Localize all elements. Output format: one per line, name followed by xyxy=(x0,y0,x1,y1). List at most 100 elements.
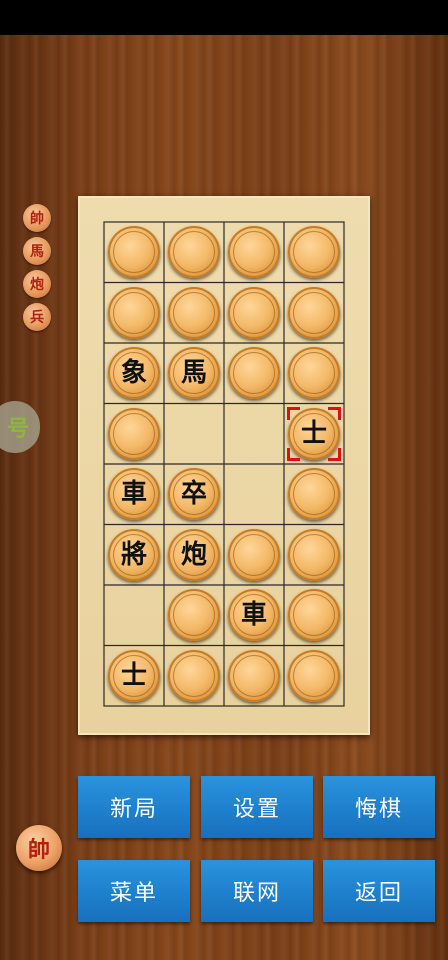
captured-piece-label: 兵 xyxy=(30,310,44,326)
hidden-piece[interactable] xyxy=(288,589,340,641)
piece-ring: 將 xyxy=(113,533,155,576)
piece[interactable]: 車 xyxy=(228,589,280,641)
hidden-piece[interactable] xyxy=(288,226,340,278)
board-cell[interactable]: 車 xyxy=(224,585,284,645)
hidden-piece[interactable] xyxy=(228,226,280,278)
board-cell[interactable] xyxy=(224,404,284,464)
piece[interactable]: 士 xyxy=(108,649,160,702)
board-cell[interactable]: 象 xyxy=(104,343,164,403)
piece-ring: 士 xyxy=(113,654,155,697)
board-cell[interactable] xyxy=(284,222,344,282)
piece-ring: 馬 xyxy=(173,352,215,394)
piece-ring xyxy=(293,352,335,394)
piece-ring: 卒 xyxy=(173,473,215,515)
hidden-piece[interactable] xyxy=(228,286,280,339)
hidden-piece[interactable] xyxy=(288,528,340,581)
captured-piece-label: 炮 xyxy=(30,277,44,293)
hidden-piece[interactable] xyxy=(168,286,220,339)
piece[interactable]: 馬 xyxy=(168,347,220,399)
hidden-piece[interactable] xyxy=(108,407,160,460)
board-cell[interactable]: 士 xyxy=(104,646,164,706)
board-cell[interactable]: 士 xyxy=(284,404,344,464)
piece-ring xyxy=(233,654,275,697)
board-cell[interactable] xyxy=(284,343,344,403)
piece-ring xyxy=(233,291,275,334)
piece-ring xyxy=(233,533,275,576)
piece[interactable]: 炮 xyxy=(168,528,220,581)
board-cell[interactable] xyxy=(104,404,164,464)
piece-ring xyxy=(293,291,335,334)
hidden-piece[interactable] xyxy=(108,226,160,278)
hidden-piece[interactable] xyxy=(108,286,160,339)
hidden-piece[interactable] xyxy=(228,649,280,702)
piece-ring: 炮 xyxy=(173,533,215,576)
board-cell[interactable] xyxy=(164,222,224,282)
board-cell[interactable] xyxy=(224,222,284,282)
board-cell[interactable] xyxy=(284,464,344,524)
board-cell[interactable]: 卒 xyxy=(164,464,224,524)
piece-ring xyxy=(293,231,335,273)
board-cell[interactable]: 車 xyxy=(104,464,164,524)
piece-label: 車 xyxy=(240,600,267,630)
board-cell[interactable]: 將 xyxy=(104,525,164,585)
hidden-piece[interactable] xyxy=(228,528,280,581)
board-cell[interactable] xyxy=(284,646,344,706)
hidden-piece[interactable] xyxy=(168,649,220,702)
hidden-piece[interactable] xyxy=(288,347,340,399)
selection-corner xyxy=(287,406,300,420)
piece[interactable]: 將 xyxy=(108,528,160,581)
board-cell[interactable] xyxy=(104,585,164,645)
online-button[interactable]: 联网 xyxy=(201,860,313,922)
piece-ring xyxy=(113,231,155,273)
board-cell[interactable] xyxy=(224,646,284,706)
settings-button[interactable]: 设置 xyxy=(201,776,313,838)
board-cell[interactable] xyxy=(164,404,224,464)
piece-ring xyxy=(113,412,155,455)
piece-ring xyxy=(113,291,155,334)
undo-button[interactable]: 悔棋 xyxy=(323,776,435,838)
board-cell[interactable] xyxy=(284,525,344,585)
hidden-piece[interactable] xyxy=(288,286,340,339)
piece-label: 將 xyxy=(120,539,147,570)
new-game-button[interactable]: 新局 xyxy=(78,776,190,838)
hidden-piece[interactable] xyxy=(168,226,220,278)
captured-piece-label: 馬 xyxy=(30,244,44,260)
piece-ring xyxy=(293,473,335,515)
board-cell[interactable] xyxy=(284,283,344,343)
board-cell[interactable] xyxy=(224,525,284,585)
piece[interactable]: 象 xyxy=(108,347,160,399)
piece-label: 卒 xyxy=(180,479,207,509)
piece[interactable]: 卒 xyxy=(168,468,220,520)
board-cell[interactable] xyxy=(224,343,284,403)
board-cell[interactable] xyxy=(224,464,284,524)
board-cell[interactable] xyxy=(104,283,164,343)
piece-label: 炮 xyxy=(180,539,207,570)
selection-corner xyxy=(287,447,300,461)
piece[interactable]: 車 xyxy=(108,468,160,520)
captured-piece: 帥 xyxy=(23,204,51,232)
board-cell[interactable] xyxy=(284,585,344,645)
board-cell[interactable]: 馬 xyxy=(164,343,224,403)
back-button[interactable]: 返回 xyxy=(323,860,435,922)
selection-marker xyxy=(287,406,341,461)
board-cell[interactable] xyxy=(164,283,224,343)
piece-ring xyxy=(293,594,335,636)
menu-button[interactable]: 菜单 xyxy=(78,860,190,922)
piece-ring xyxy=(233,231,275,273)
board-cell[interactable] xyxy=(104,222,164,282)
hidden-piece[interactable] xyxy=(288,468,340,520)
board-cell[interactable] xyxy=(224,283,284,343)
floating-tab-label: 号 xyxy=(6,416,29,442)
piece-ring xyxy=(173,654,215,697)
piece-label: 士 xyxy=(120,660,147,691)
captured-piece: 馬 xyxy=(23,237,51,265)
board-cell[interactable] xyxy=(164,585,224,645)
hidden-piece[interactable] xyxy=(168,589,220,641)
board-cell[interactable]: 炮 xyxy=(164,525,224,585)
piece-label: 馬 xyxy=(180,358,207,388)
hidden-piece[interactable] xyxy=(228,347,280,399)
captured-piece: 炮 xyxy=(23,270,51,298)
board-cell[interactable] xyxy=(164,646,224,706)
hidden-piece[interactable] xyxy=(288,649,340,702)
turn-indicator-label: 帥 xyxy=(27,837,50,863)
